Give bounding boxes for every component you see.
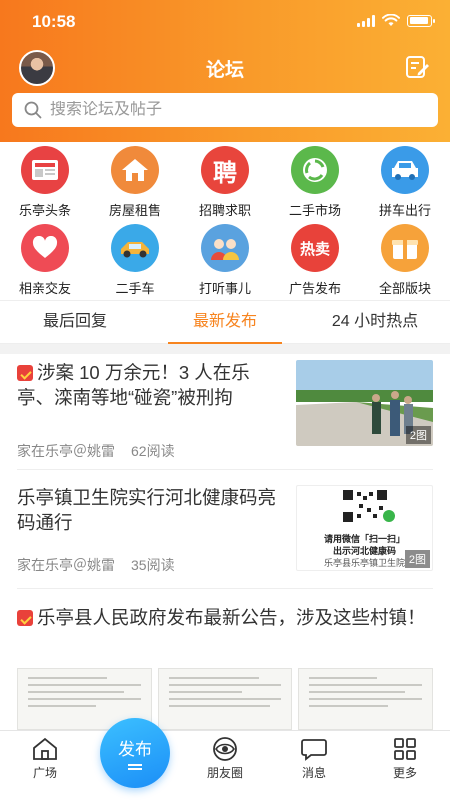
- category-recruit[interactable]: 聘 招聘求职: [180, 146, 270, 219]
- menu-lines-icon: [128, 764, 142, 766]
- image-count-badge: 2图: [404, 550, 430, 568]
- article-text: 乐亭镇卫生院实行河北健康码亮码通行: [17, 485, 282, 535]
- bottom-tab-bar: 广场 朋友圈 消息 更多: [0, 730, 450, 800]
- article-item[interactable]: 乐亭县人民政府发布最新公告，涉及这些村镇！: [17, 605, 433, 669]
- article-item[interactable]: 乐亭镇卫生院实行河北健康码亮码通行 家在乐亭＠姚雷 35阅读 请用微信「扫一扫」 …: [17, 485, 433, 589]
- article-image-strip[interactable]: [17, 668, 434, 730]
- house-icon: [111, 146, 159, 194]
- article-title: 乐亭镇卫生院实行河北健康码亮码通行: [17, 487, 277, 533]
- message-icon: [301, 739, 327, 761]
- feed-tabs: 最后回复 最新发布 24 小时热点: [0, 300, 450, 344]
- article-item[interactable]: 涉案 10 万余元！3 人在乐亭、滦南等地“碰瓷”被刑拘 家在乐亭＠姚雷 62阅读…: [17, 360, 433, 470]
- article-text: 涉案 10 万余元！3 人在乐亭、滦南等地“碰瓷”被刑拘: [17, 360, 282, 410]
- category-label: 打听事儿: [198, 281, 251, 296]
- article-title: 乐亭县人民政府发布最新公告，涉及这些村镇！: [17, 605, 433, 630]
- article-author: 家在乐亭＠姚雷: [17, 443, 115, 459]
- category-label: 二手车: [115, 281, 155, 296]
- people-icon: [201, 224, 249, 272]
- article-thumbnail[interactable]: 请用微信「扫一扫」 出示河北健康码 乐亭县乐亭镇卫生院 2图: [296, 485, 433, 571]
- article-author: 家在乐亭＠姚雷: [17, 557, 115, 573]
- ad-icon: 热卖: [291, 224, 339, 272]
- article-title: 涉案 10 万余元！3 人在乐亭、滦南等地“碰瓷”被刑拘: [17, 362, 250, 408]
- category-carpool[interactable]: 拼车出行: [360, 146, 450, 219]
- home-icon: [33, 737, 57, 760]
- featured-icon: [17, 365, 33, 381]
- qr-code-icon: [340, 488, 395, 524]
- document-thumbnail: [157, 668, 293, 730]
- wifi-icon: [382, 14, 400, 26]
- signal-icon: [357, 14, 375, 27]
- category-label: 乐亭头条: [18, 203, 71, 218]
- search-bar[interactable]: [12, 93, 438, 127]
- category-label: 二手市场: [288, 203, 341, 218]
- document-thumbnail: [298, 668, 434, 730]
- tab-latest-reply[interactable]: 最后回复: [0, 301, 150, 343]
- search-icon: [24, 101, 42, 119]
- category-label: 房屋租售: [108, 203, 161, 218]
- image-count-badge: 2图: [405, 426, 431, 444]
- header-bar: 10:58 论坛: [0, 0, 450, 142]
- battery-icon: [407, 14, 435, 27]
- publish-button[interactable]: 发布: [100, 718, 170, 788]
- recycle-icon: [291, 146, 339, 194]
- tab-messages[interactable]: 消息: [274, 737, 354, 781]
- category-label: 广告发布: [288, 281, 341, 296]
- category-dating[interactable]: 相亲交友: [0, 224, 90, 297]
- tab-square[interactable]: 广场: [5, 737, 85, 781]
- status-bar: 10:58: [0, 0, 450, 44]
- eye-icon: [213, 737, 237, 761]
- car-icon: [111, 224, 159, 272]
- page-title: 论坛: [205, 60, 244, 81]
- article-meta: 家在乐亭＠姚雷 62阅读: [17, 441, 175, 461]
- category-all[interactable]: 全部版块: [360, 224, 450, 297]
- carpool-icon: [381, 146, 429, 194]
- category-label: 相亲交友: [18, 281, 71, 296]
- heart-icon: [21, 224, 69, 272]
- category-used-car[interactable]: 二手车: [90, 224, 180, 297]
- tab-friends[interactable]: 朋友圈: [185, 737, 265, 781]
- news-icon: [21, 146, 69, 194]
- category-label: 全部版块: [378, 281, 431, 296]
- search-input[interactable]: [50, 101, 410, 119]
- category-label: 拼车出行: [378, 203, 431, 218]
- gift-icon: [381, 224, 429, 272]
- article-thumbnail[interactable]: 2图: [296, 360, 433, 446]
- article-reads: 35阅读: [131, 557, 175, 573]
- category-label: 招聘求职: [198, 203, 251, 218]
- tab-24h-hot[interactable]: 24 小时热点: [300, 301, 450, 343]
- edit-post-icon[interactable]: [404, 54, 430, 80]
- grid-icon: [394, 738, 416, 760]
- status-time: 10:58: [32, 12, 76, 31]
- recruit-icon: 聘: [201, 146, 249, 194]
- tab-more[interactable]: 更多: [365, 737, 445, 781]
- category-inquiry[interactable]: 打听事儿: [180, 224, 270, 297]
- category-house[interactable]: 房屋租售: [90, 146, 180, 219]
- article-meta: 家在乐亭＠姚雷 35阅读: [17, 555, 175, 575]
- article-reads: 62阅读: [131, 443, 175, 459]
- tab-latest-post[interactable]: 最新发布: [150, 301, 300, 344]
- status-icons: [357, 14, 435, 27]
- category-ads[interactable]: 热卖 广告发布: [270, 224, 360, 297]
- featured-icon: [17, 610, 33, 626]
- category-secondhand[interactable]: 二手市场: [270, 146, 360, 219]
- category-news[interactable]: 乐亭头条: [0, 146, 90, 219]
- section-gap: [0, 344, 450, 354]
